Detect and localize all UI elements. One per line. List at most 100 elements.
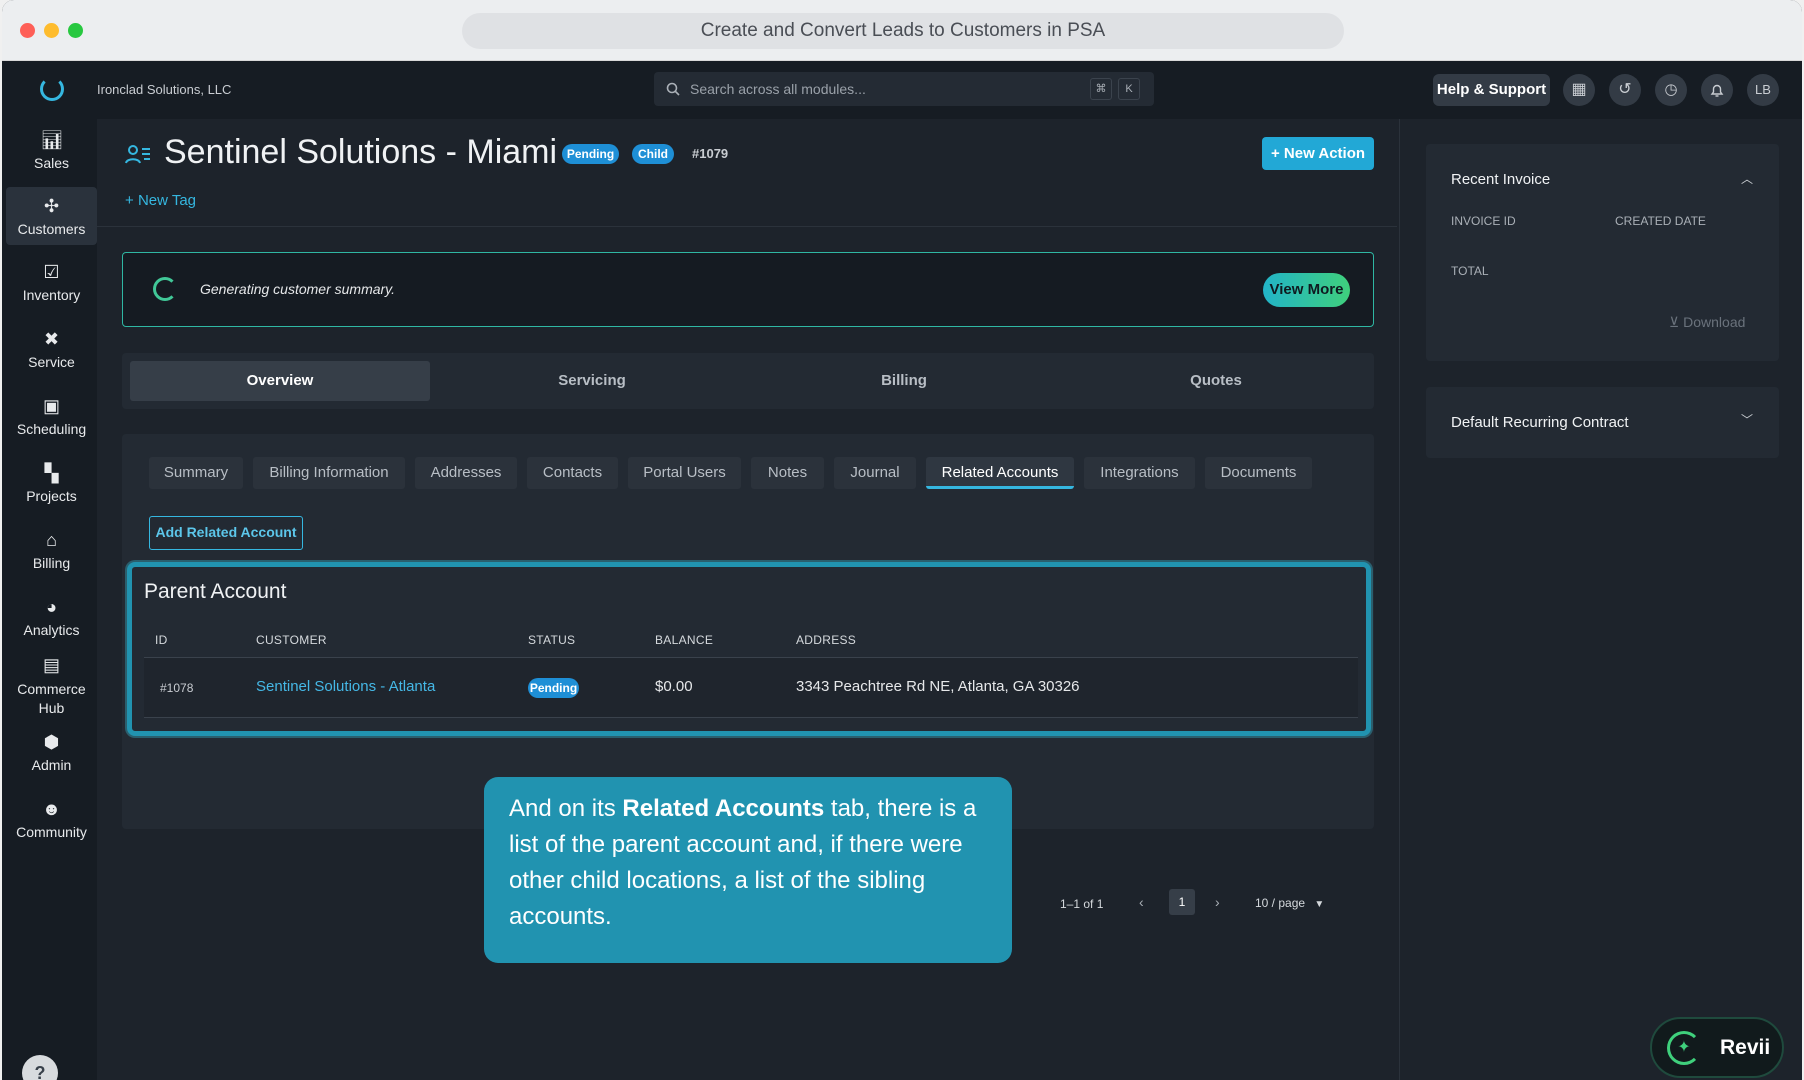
sidebar-item-customers[interactable]: ✣ Customers: [6, 187, 97, 245]
row-status-badge: Pending: [528, 678, 579, 698]
download-icon: ⊻: [1669, 314, 1680, 330]
sidebar-item-community[interactable]: ☻ Community: [6, 798, 97, 850]
column-header-address: ADDRESS: [796, 633, 857, 647]
tour-tooltip: And on its Related Accounts tab, there i…: [484, 777, 1012, 963]
tab-billing[interactable]: Billing: [754, 361, 1054, 401]
total-label: TOTAL: [1451, 264, 1489, 278]
timer-icon[interactable]: ◷: [1655, 74, 1687, 106]
sidebar: 📊︎ Sales ✣ Customers ☑ Inventory ✖ Service ▣…: [2, 119, 97, 1080]
app-logo-icon[interactable]: [40, 77, 64, 101]
plus-icon: +: [125, 192, 134, 209]
related-accounts-panel: Summary Billing Information Addresses Co…: [122, 434, 1374, 915]
column-header-status: STATUS: [528, 633, 576, 647]
chevron-down-icon[interactable]: ﹀: [1741, 411, 1753, 428]
subtab-summary[interactable]: Summary: [149, 457, 243, 489]
calendar-icon: ▣: [42, 396, 60, 416]
subtab-billing-information[interactable]: Billing Information: [253, 457, 405, 489]
sidebar-item-scheduling[interactable]: ▣ Scheduling: [6, 395, 97, 447]
main-tabs: Overview Servicing Billing Quotes: [122, 353, 1374, 409]
sidebar-item-sales[interactable]: 📊︎ Sales: [6, 129, 97, 187]
row-id: #1078: [160, 681, 194, 695]
sidebar-item-label: Admin: [31, 757, 72, 773]
created-date-label: CREATED DATE: [1615, 214, 1706, 228]
sidebar-item-label: Sales: [33, 155, 70, 171]
sparkle-icon: ✦: [1667, 1031, 1701, 1065]
shortcut-key-k: K: [1118, 78, 1140, 100]
bell-icon[interactable]: [1701, 74, 1733, 106]
sidebar-item-label: Billing: [32, 555, 71, 571]
admin-icon: ⬢: [43, 732, 60, 752]
tooltip-text-pre: And on its: [509, 795, 623, 822]
bank-icon: ⌂: [46, 530, 57, 550]
history-icon[interactable]: ↺: [1609, 74, 1641, 106]
subtab-contacts[interactable]: Contacts: [527, 457, 618, 489]
minimize-window-button[interactable]: [44, 23, 59, 38]
next-page-icon[interactable]: ›: [1215, 894, 1220, 910]
app-window: Create and Convert Leads to Customers in…: [2, 0, 1802, 1080]
window-title: Create and Convert Leads to Customers in…: [462, 13, 1344, 49]
add-related-account-button[interactable]: Add Related Account: [149, 516, 303, 550]
user-avatar[interactable]: LB: [1747, 74, 1779, 106]
page-size-label: 10 / page: [1255, 896, 1306, 910]
tab-overview[interactable]: Overview: [130, 361, 430, 401]
new-action-button[interactable]: + New Action: [1262, 137, 1374, 170]
community-icon: ☻: [42, 799, 61, 819]
prev-page-icon[interactable]: ‹: [1139, 894, 1144, 910]
sidebar-item-service[interactable]: ✖ Service: [6, 328, 97, 380]
tab-servicing[interactable]: Servicing: [442, 361, 742, 401]
sidebar-item-commerce-hub[interactable]: ▤ Commerce Hub: [6, 654, 97, 726]
row-balance: $0.00: [655, 678, 693, 695]
customer-id: #1079: [692, 146, 729, 161]
chevron-up-icon[interactable]: ︿: [1741, 170, 1753, 187]
clipboard-icon: ☑: [43, 262, 60, 282]
sidebar-item-admin[interactable]: ⬢ Admin: [6, 731, 97, 783]
download-button[interactable]: ⊻ Download: [1669, 314, 1745, 331]
subtab-integrations[interactable]: Integrations: [1084, 457, 1195, 489]
page-size-select[interactable]: 10 / page ▼: [1255, 896, 1324, 910]
global-search[interactable]: Search across all modules... ⌘ K: [654, 72, 1154, 106]
sidebar-item-label: Commerce Hub: [17, 681, 86, 716]
view-more-button[interactable]: View More: [1263, 273, 1350, 307]
sidebar-item-label: Analytics: [23, 622, 80, 638]
sidebar-item-label: Inventory: [22, 287, 81, 303]
projects-icon: ▚: [44, 463, 59, 483]
subtab-journal[interactable]: Journal: [834, 457, 916, 489]
caret-down-icon: ▼: [1314, 899, 1325, 910]
search-input[interactable]: Search across all modules...: [690, 81, 866, 97]
parent-account-card: Parent Account ID CUSTOMER STATUS BALANC…: [127, 562, 1371, 736]
tab-quotes[interactable]: Quotes: [1066, 361, 1366, 401]
status-badge-pending: Pending: [562, 144, 619, 164]
new-action-label: New Action: [1283, 145, 1366, 162]
plus-icon: +: [1270, 145, 1280, 162]
sidebar-item-inventory[interactable]: ☑ Inventory: [6, 261, 97, 313]
org-name: Ironclad Solutions, LLC: [97, 82, 232, 97]
page-number-button[interactable]: 1: [1169, 889, 1195, 915]
ai-summary-banner: Generating customer summary. View More: [122, 252, 1374, 327]
maximize-window-button[interactable]: [68, 23, 83, 38]
dashboard-icon[interactable]: ▦: [1563, 74, 1595, 106]
store-icon: ▤: [42, 655, 60, 675]
ai-refresh-icon: [153, 277, 177, 301]
customer-icon: [125, 145, 150, 164]
sidebar-item-projects[interactable]: ▚ Projects: [6, 462, 97, 514]
column-header-id: ID: [155, 633, 168, 647]
revii-assistant-button[interactable]: ✦ Revii: [1650, 1017, 1784, 1078]
invoice-id-label: INVOICE ID: [1451, 214, 1516, 228]
sidebar-item-analytics[interactable]: ◕ Analytics: [6, 596, 97, 648]
help-icon[interactable]: ?: [22, 1055, 58, 1080]
new-tag-label: New Tag: [137, 192, 197, 209]
subtab-portal-users[interactable]: Portal Users: [628, 457, 741, 489]
browser-titlebar: Create and Convert Leads to Customers in…: [2, 0, 1802, 61]
right-panel: Recent Invoice ︿ INVOICE ID CREATED DATE…: [1399, 119, 1802, 1080]
subtab-notes[interactable]: Notes: [751, 457, 824, 489]
close-window-button[interactable]: [20, 23, 35, 38]
subtab-documents[interactable]: Documents: [1205, 457, 1312, 489]
help-support-button[interactable]: Help & Support: [1433, 74, 1550, 106]
new-tag-button[interactable]: + New Tag: [125, 192, 196, 209]
users-icon: ✣: [43, 196, 60, 216]
row-customer-link[interactable]: Sentinel Solutions - Atlanta: [256, 678, 435, 695]
subtab-related-accounts[interactable]: Related Accounts: [926, 457, 1074, 489]
sidebar-item-billing[interactable]: ⌂ Billing: [6, 529, 97, 581]
sidebar-item-label: Projects: [26, 488, 77, 504]
subtab-addresses[interactable]: Addresses: [415, 457, 517, 489]
